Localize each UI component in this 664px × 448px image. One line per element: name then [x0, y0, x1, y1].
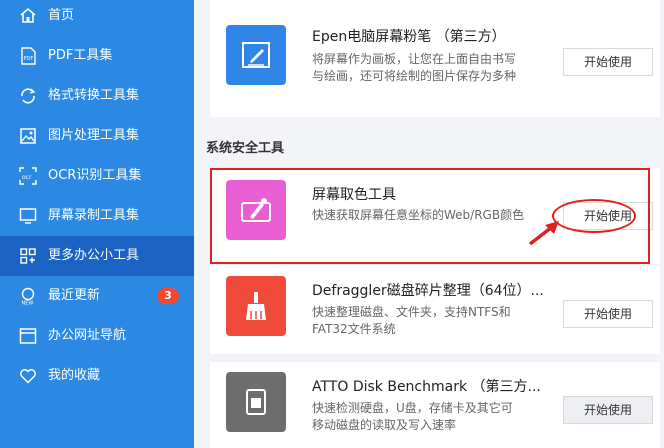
- sidebar-item-home[interactable]: 首页: [0, 0, 194, 36]
- app-title: ATTO Disk Benchmark （第三方...: [312, 379, 541, 395]
- sidebar-item-label: PDF工具集: [48, 48, 113, 63]
- pdf-icon: PDF: [19, 47, 37, 65]
- sidebar-item-image[interactable]: 图片处理工具集: [0, 116, 194, 156]
- start-use-button[interactable]: 开始使用: [563, 300, 653, 328]
- monitor-icon: [19, 207, 37, 225]
- svg-text:PDF: PDF: [24, 56, 34, 62]
- sidebar-item-screen-record[interactable]: 屏幕录制工具集: [0, 196, 194, 236]
- section-title: 系统安全工具: [206, 141, 285, 156]
- disk-icon: [226, 372, 286, 432]
- sidebar-item-label: 我的收藏: [48, 368, 101, 383]
- new-icon: NEW: [19, 287, 37, 305]
- sidebar-item-label: 格式转换工具集: [48, 88, 140, 103]
- app-title: Epen电脑屏幕粉笔 （第三方）: [312, 29, 506, 45]
- sidebar-item-recent[interactable]: NEW 最近更新 3: [0, 276, 194, 316]
- app-card-defraggler: Defraggler磁盘碎片整理（64位）... 快速整理磁盘、文件夹，支持NT…: [210, 266, 660, 354]
- app-card-epen: Epen电脑屏幕粉笔 （第三方） 将屏幕作为画板，让您在上面自由书写 与绘画，还…: [210, 0, 660, 117]
- app-desc-line: FAT32文件系统: [312, 322, 396, 336]
- sidebar-item-label: OCR识别工具集: [48, 168, 142, 183]
- convert-icon: [19, 87, 37, 105]
- sidebar-item-favorites[interactable]: 我的收藏: [0, 356, 194, 396]
- browser-icon: [19, 327, 37, 345]
- sidebar-item-label: 最近更新: [48, 288, 101, 303]
- sidebar-item-ocr[interactable]: ocr OCR识别工具集: [0, 156, 194, 196]
- app-desc-line: 将屏幕作为画板，让您在上面自由书写: [312, 52, 517, 66]
- pen-icon: [226, 25, 286, 85]
- app-desc-line: 快速检测硬盘，U盘，存储卡及其它可: [312, 401, 513, 415]
- sidebar-item-pdf[interactable]: PDF PDF工具集: [0, 36, 194, 76]
- annotation-arrow-icon: [528, 221, 559, 246]
- sidebar-item-label: 办公网址导航: [48, 328, 127, 343]
- start-use-button[interactable]: 开始使用: [563, 48, 653, 76]
- sidebar: 首页 PDF PDF工具集 格式转换工具集 图片处理工具集 ocr OCR识别工…: [0, 0, 194, 448]
- sidebar-item-label: 首页: [48, 8, 75, 23]
- sidebar-item-label: 图片处理工具集: [48, 128, 140, 143]
- start-use-button[interactable]: 开始使用: [563, 396, 653, 424]
- svg-text:NEW: NEW: [22, 301, 34, 306]
- app-title: Defraggler磁盘碎片整理（64位）...: [312, 283, 544, 299]
- app-desc-line: 移动磁盘的读取及写入速率: [312, 418, 457, 432]
- app-desc-line: 与绘画，还可将绘制的图片保存为多种: [312, 69, 517, 83]
- sidebar-item-label: 更多办公小工具: [48, 248, 140, 263]
- sidebar-item-more-tools[interactable]: 更多办公小工具: [0, 236, 194, 276]
- grid-icon: [19, 247, 37, 265]
- sidebar-item-label: 屏幕录制工具集: [48, 208, 140, 223]
- svg-text:ocr: ocr: [22, 174, 32, 181]
- sidebar-item-office-nav[interactable]: 办公网址导航: [0, 316, 194, 356]
- image-icon: [19, 127, 37, 145]
- ocr-icon: ocr: [19, 167, 37, 185]
- home-icon: [19, 7, 37, 25]
- sidebar-item-convert[interactable]: 格式转换工具集: [0, 76, 194, 116]
- broom-icon: [226, 276, 286, 336]
- heart-icon: [19, 367, 37, 385]
- app-card-atto: ATTO Disk Benchmark （第三方... 快速检测硬盘，U盘，存储…: [210, 362, 660, 448]
- update-count-badge: 3: [157, 288, 179, 304]
- app-desc-line: 快速整理磁盘、文件夹，支持NTFS和: [312, 305, 511, 319]
